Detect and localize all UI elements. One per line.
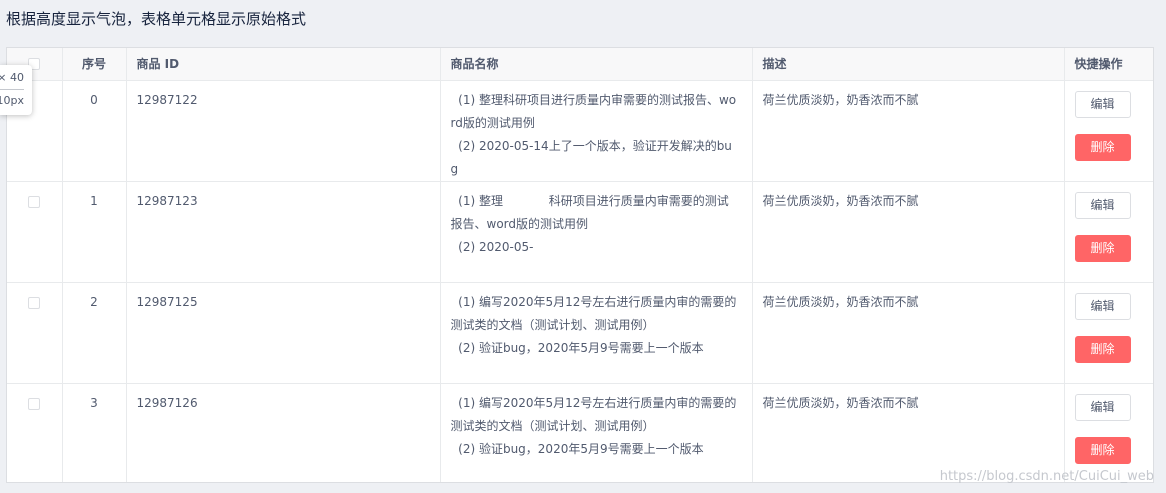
row-actions: 编辑 删除 — [1064, 282, 1153, 384]
row-actions: 编辑 删除 — [1064, 181, 1153, 283]
header-description: 描述 — [752, 48, 1065, 81]
header-product-id: 商品 ID — [126, 48, 441, 81]
row-product-id: 12987125 — [126, 282, 441, 384]
row-product-id: 12987122 — [126, 80, 441, 182]
row-product-name: (1) 编写2020年5月12号左右进行质量内审的需要的测试类的文档（测试计划、… — [440, 282, 753, 384]
row-index: 3 — [62, 383, 127, 482]
page-title: 根据高度显示气泡，表格单元格显示原始格式 — [6, 10, 307, 28]
row-select-cell[interactable] — [7, 383, 63, 482]
row-product-name: (1) 编写2020年5月12号左右进行质量内审的需要的测试类的文档（测试计划、… — [440, 383, 753, 482]
delete-button[interactable]: 删除 — [1074, 335, 1131, 363]
tooltip-dimensions: × 40 — [0, 71, 24, 84]
row-checkbox[interactable] — [28, 195, 41, 208]
row-select-cell[interactable] — [7, 181, 63, 283]
row-product-name: (1) 整理 科研项目进行质量内审需要的测试报告、word版的测试用例 (2) … — [440, 181, 753, 283]
edit-button[interactable]: 编辑 — [1074, 191, 1131, 219]
row-product-id: 12987126 — [126, 383, 441, 482]
row-description: 荷兰优质淡奶，奶香浓而不腻 — [752, 80, 1065, 182]
edit-button[interactable]: 编辑 — [1074, 292, 1131, 320]
row-actions: 编辑 删除 — [1064, 383, 1153, 482]
row-index: 1 — [62, 181, 127, 283]
header-actions: 快捷操作 — [1064, 48, 1153, 81]
tooltip-divider — [0, 89, 24, 90]
row-actions: 编辑 删除 — [1064, 80, 1153, 182]
table-header-row: 序号 商品 ID 商品名称 描述 快捷操作 — [7, 48, 1153, 81]
size-tooltip: × 40 10px — [0, 65, 32, 115]
header-product-name: 商品名称 — [440, 48, 753, 81]
row-select-cell[interactable] — [7, 282, 63, 384]
row-checkbox[interactable] — [28, 397, 41, 410]
table-row: 1 12987123 (1) 整理 科研项目进行质量内审需要的测试报告、word… — [7, 181, 1153, 283]
row-description: 荷兰优质淡奶，奶香浓而不腻 — [752, 383, 1065, 482]
header-index: 序号 — [62, 48, 127, 81]
tooltip-height: 10px — [0, 94, 24, 107]
delete-button[interactable]: 删除 — [1074, 436, 1131, 464]
row-description: 荷兰优质淡奶，奶香浓而不腻 — [752, 282, 1065, 384]
watermark: https://blog.csdn.net/CuiCui_web — [939, 469, 1154, 484]
edit-button[interactable]: 编辑 — [1074, 393, 1131, 421]
row-index: 2 — [62, 282, 127, 384]
row-product-id: 12987123 — [126, 181, 441, 283]
row-product-name: (1) 整理科研项目进行质量内审需要的测试报告、word版的测试用例 (2) 2… — [440, 80, 753, 182]
row-checkbox[interactable] — [28, 296, 41, 309]
delete-button[interactable]: 删除 — [1074, 133, 1131, 161]
row-index: 0 — [62, 80, 127, 182]
table-row: 3 12987126 (1) 编写2020年5月12号左右进行质量内审的需要的测… — [7, 383, 1153, 482]
table-row: 2 12987125 (1) 编写2020年5月12号左右进行质量内审的需要的测… — [7, 282, 1153, 384]
product-table: 序号 商品 ID 商品名称 描述 快捷操作 0 12987122 (1) 整理科… — [6, 47, 1154, 483]
row-description: 荷兰优质淡奶，奶香浓而不腻 — [752, 181, 1065, 283]
delete-button[interactable]: 删除 — [1074, 234, 1131, 262]
edit-button[interactable]: 编辑 — [1074, 90, 1131, 118]
table-row: 0 12987122 (1) 整理科研项目进行质量内审需要的测试报告、word版… — [7, 80, 1153, 182]
